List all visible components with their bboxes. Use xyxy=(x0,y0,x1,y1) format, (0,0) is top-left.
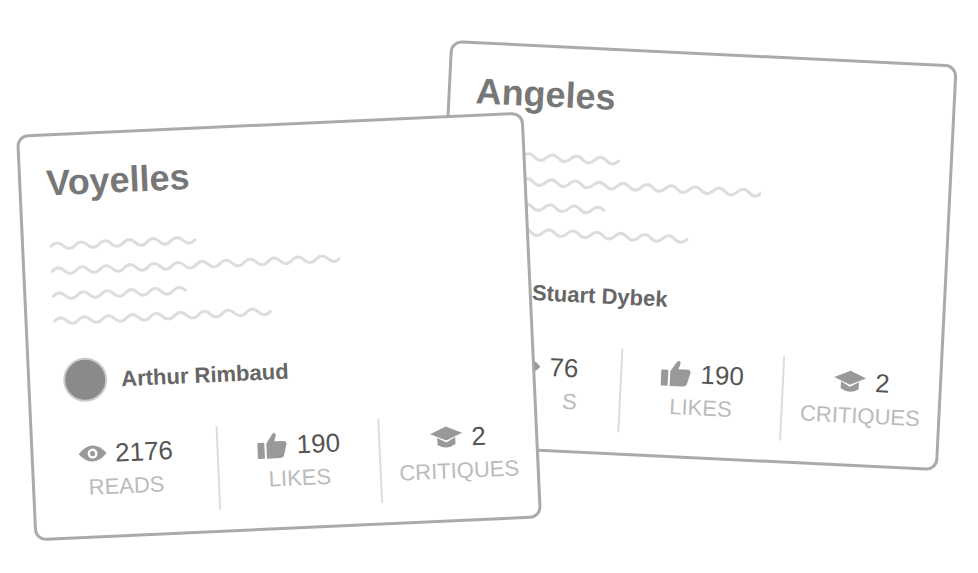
text-placeholder xyxy=(469,147,925,258)
stat-value-row: 190 xyxy=(660,357,745,393)
stat-value: 2 xyxy=(874,367,890,400)
graduation-cap-icon xyxy=(833,369,868,395)
stat-label: CRITIQUES xyxy=(799,399,920,433)
stat-value: 190 xyxy=(296,426,341,460)
thumbs-up-icon xyxy=(660,359,693,389)
text-placeholder xyxy=(49,219,505,328)
author-row: Arthur Rimbaud xyxy=(54,339,508,403)
text-placeholder-line xyxy=(49,233,199,254)
eye-icon xyxy=(77,443,108,464)
thumbs-up-icon xyxy=(256,431,289,460)
stat-label: LIKES xyxy=(669,393,733,424)
stat-value: 2176 xyxy=(114,434,173,469)
text-placeholder-line xyxy=(52,304,272,328)
story-card[interactable]: VoyellesArthur Rimbaud2176READS190LIKES2… xyxy=(16,112,542,542)
stat-critiques[interactable]: 2CRITIQUES xyxy=(377,412,538,503)
stat-reads[interactable]: 2176READS xyxy=(33,426,220,518)
author-name[interactable]: Stuart Dybek xyxy=(531,276,668,316)
stat-value: 76 xyxy=(549,351,579,384)
stat-value: 190 xyxy=(700,358,745,392)
stat-critiques[interactable]: 2CRITIQUES xyxy=(779,356,940,448)
text-placeholder-line xyxy=(50,251,340,278)
stats-row: 2176READS190LIKES2CRITIQUES xyxy=(33,412,538,519)
stat-label: S xyxy=(561,388,577,417)
stat-likes[interactable]: 190LIKES xyxy=(215,419,381,510)
text-placeholder-line xyxy=(51,283,196,304)
stat-value-row: 2176 xyxy=(76,434,173,470)
graduation-cap-icon xyxy=(429,425,464,451)
card-title[interactable]: Voyelles xyxy=(45,141,498,204)
author-avatar[interactable] xyxy=(62,357,108,403)
stat-value: 2 xyxy=(471,420,487,453)
card-body: VoyellesArthur Rimbaud2176READS190LIKES2… xyxy=(19,115,539,538)
author-name[interactable]: Arthur Rimbaud xyxy=(120,354,289,395)
stat-likes[interactable]: 190LIKES xyxy=(617,349,783,441)
stat-label: READS xyxy=(88,470,165,501)
stat-label: CRITIQUES xyxy=(399,454,520,487)
stat-value-row: 2 xyxy=(833,365,891,400)
stat-value-row: 190 xyxy=(256,426,341,462)
stat-label: LIKES xyxy=(268,463,332,494)
stat-value-row: 2 xyxy=(429,420,487,455)
card-title[interactable]: Angeles xyxy=(475,69,929,134)
canvas: AngelesStuart Dybek76S190LIKES2CRITIQUES… xyxy=(0,0,978,573)
